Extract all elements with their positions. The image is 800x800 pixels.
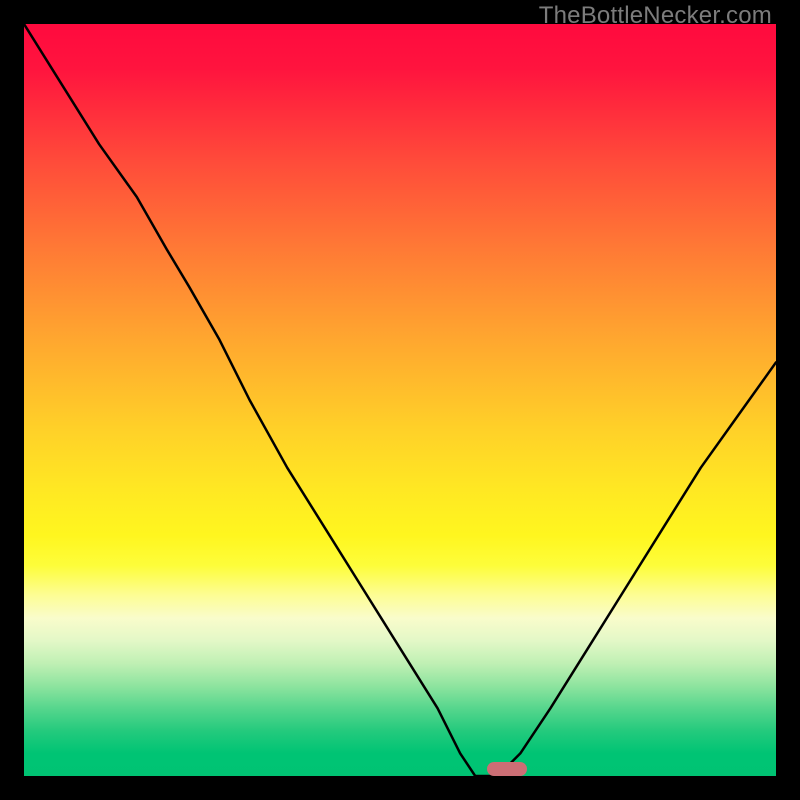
- chart-frame: TheBottleNecker.com: [0, 0, 800, 800]
- watermark-text: TheBottleNecker.com: [539, 2, 772, 30]
- bottleneck-path: [24, 24, 776, 776]
- plot-area: [24, 24, 776, 776]
- target-marker: [487, 762, 527, 776]
- bottleneck-curve: [24, 24, 776, 776]
